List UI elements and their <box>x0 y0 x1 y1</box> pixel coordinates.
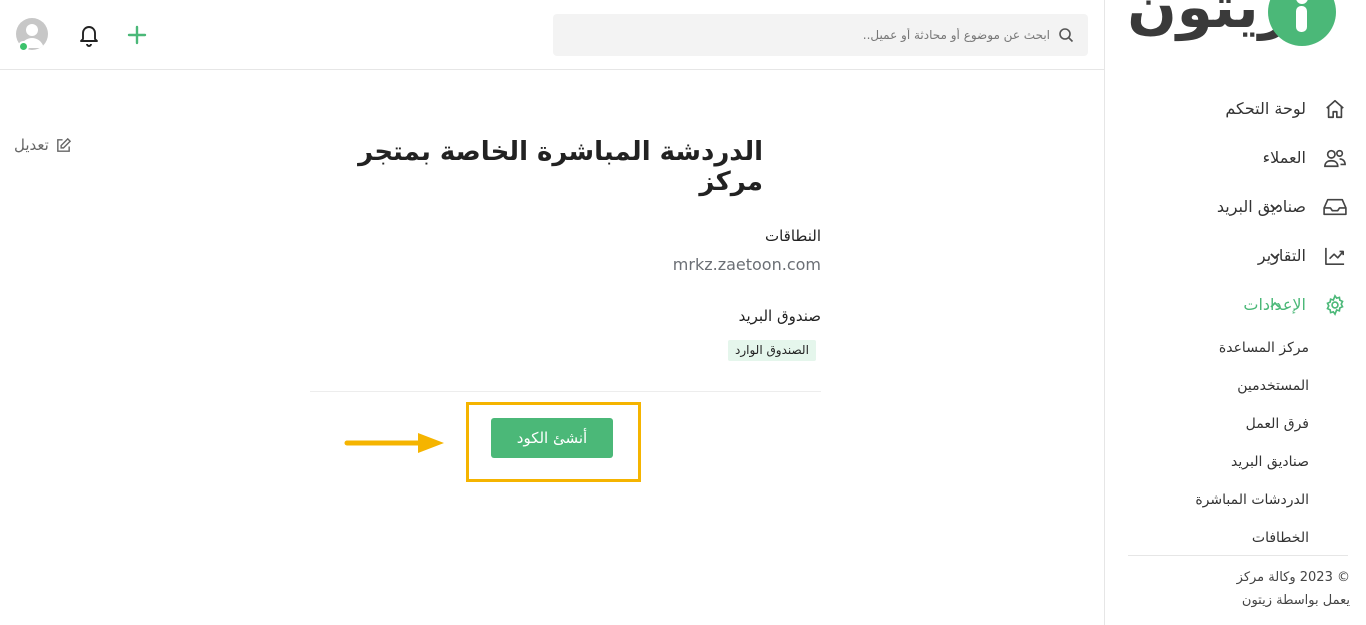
edit-icon <box>56 137 71 152</box>
edit-link[interactable]: تعديل <box>14 136 72 154</box>
subnav-webhooks[interactable]: الخطافات <box>1104 519 1309 557</box>
sidebar-divider <box>1128 555 1348 556</box>
inbox-label: صندوق البريد <box>738 307 821 325</box>
online-status-dot <box>18 41 29 52</box>
sidebar-item-label: صناديق البريد <box>1216 197 1306 216</box>
gear-icon <box>1322 292 1348 318</box>
subnav-teams[interactable]: فرق العمل <box>1104 405 1309 443</box>
topbar <box>0 0 1104 70</box>
sidebar-footer: © 2023 وكالة مركز يعمل بواسطة زيتون <box>1237 566 1350 612</box>
sidebar-nav: لوحة التحكم العملاء صناديق البريد التقار… <box>1104 84 1366 557</box>
search-input[interactable] <box>590 28 1050 42</box>
chevron-down-icon[interactable] <box>1268 249 1282 263</box>
chevron-up-icon[interactable] <box>1268 298 1282 312</box>
sidebar-item-customers[interactable]: العملاء <box>1104 133 1366 182</box>
sidebar-item-mailboxes[interactable]: صناديق البريد <box>1104 182 1366 231</box>
edit-label: تعديل <box>14 136 49 154</box>
logo[interactable]: زيتون <box>1127 0 1336 48</box>
inbox-tag: الصندوق الوارد <box>728 340 816 361</box>
sidebar-item-label: لوحة التحكم <box>1225 99 1306 118</box>
chevron-down-icon[interactable] <box>1268 200 1282 214</box>
copyright-text: © 2023 وكالة مركز <box>1236 570 1350 585</box>
sidebar: زيتون لوحة التحكم العملاء صناديق البريد <box>1104 0 1366 625</box>
domains-label: النطاقات <box>764 227 821 245</box>
subnav-live-chats[interactable]: الدردشات المباشرة <box>1104 481 1309 519</box>
generate-code-button[interactable]: أنشئ الكود <box>491 418 613 458</box>
sidebar-item-dashboard[interactable]: لوحة التحكم <box>1104 84 1366 133</box>
sidebar-item-label: العملاء <box>1262 148 1306 167</box>
subnav-users[interactable]: المستخدمين <box>1104 367 1309 405</box>
sidebar-item-settings[interactable]: الإعدادات <box>1104 280 1366 329</box>
search-icon <box>1059 28 1074 43</box>
subnav-mailboxes[interactable]: صناديق البريد <box>1104 443 1309 481</box>
sidebar-item-reports[interactable]: التقارير <box>1104 231 1366 280</box>
domains-value: mrkz.zaetoon.com <box>672 255 821 274</box>
logo-mark-icon <box>1268 0 1336 46</box>
home-icon <box>1322 96 1348 122</box>
bell-icon[interactable] <box>77 23 101 47</box>
search-bar[interactable] <box>553 14 1088 56</box>
subnav-help-center[interactable]: مركز المساعدة <box>1104 329 1309 367</box>
users-icon <box>1322 145 1348 171</box>
settings-subnav: مركز المساعدة المستخدمين فرق العمل صنادي… <box>1104 329 1366 557</box>
inbox-icon <box>1322 194 1348 220</box>
plus-icon[interactable] <box>126 24 148 46</box>
powered-by-text: يعمل بواسطة زيتون <box>1241 593 1350 608</box>
chart-line-icon <box>1322 243 1348 269</box>
pointer-arrow-icon <box>344 433 444 453</box>
content-divider <box>310 391 821 392</box>
page-title: الدردشة المباشرة الخاصة بمتجر مركز <box>358 137 763 197</box>
